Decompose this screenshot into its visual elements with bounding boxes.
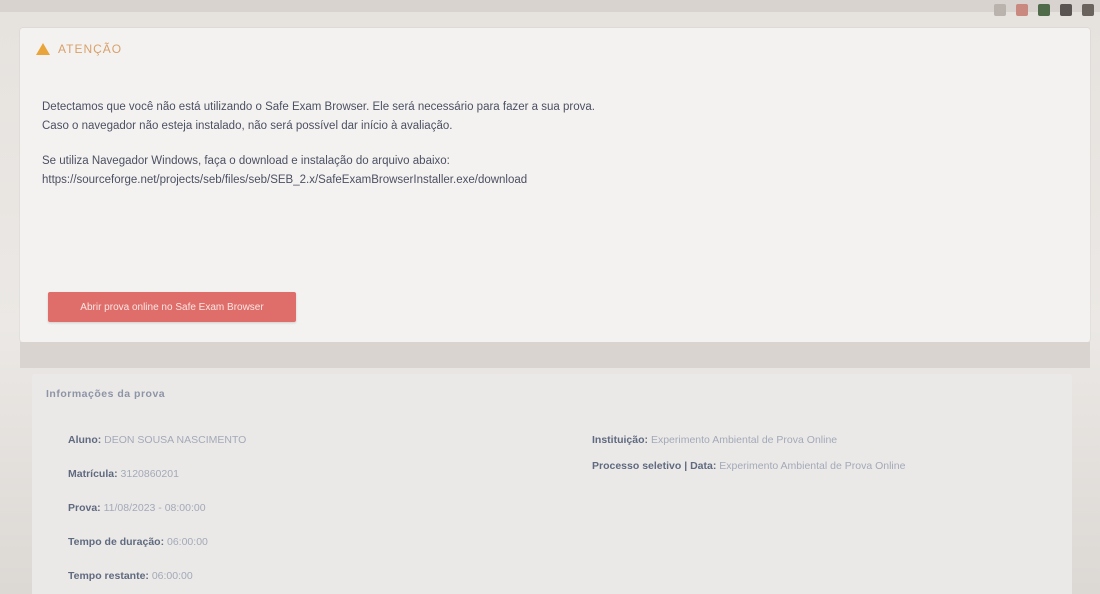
info-row-student: Aluno: DEON SOUSA NASCIMENTO [68, 432, 246, 466]
system-tray [994, 4, 1094, 16]
info-value: 06:00:00 [151, 570, 193, 582]
alert-line: Detectamos que você não está utilizando … [42, 101, 595, 113]
alert-title: ATENÇÃO [58, 42, 123, 56]
info-label: Processo seletivo | Data: [592, 460, 717, 472]
alert-line: Se utiliza Navegador Windows, faça o dow… [42, 155, 450, 167]
info-label: Tempo de duração: [68, 536, 165, 548]
tray-icon[interactable] [1016, 4, 1028, 16]
warning-icon [36, 43, 50, 55]
tray-icon[interactable] [1060, 4, 1072, 16]
info-row-exam: Prova: 11/08/2023 - 08:00:00 [68, 500, 246, 534]
info-value: DEON SOUSA NASCIMENTO [104, 434, 247, 446]
alert-header: ATENÇÃO [36, 42, 122, 56]
download-link[interactable]: https://sourceforge.net/projects/seb/fil… [42, 171, 1062, 190]
open-safe-exam-browser-button[interactable]: Abrir prova online no Safe Exam Browser [48, 292, 296, 322]
info-value: 11/08/2023 - 08:00:00 [103, 502, 206, 514]
info-label: Prova: [68, 502, 101, 514]
info-row-duration: Tempo de duração: 06:00:00 [68, 534, 246, 568]
tray-icon[interactable] [1082, 4, 1094, 16]
info-label: Instituição: [592, 434, 649, 446]
alert-message: Detectamos que você não está utilizando … [42, 98, 1062, 190]
info-row-remaining: Tempo restante: 06:00:00 [68, 568, 246, 594]
exam-info-title: Informações da prova [46, 388, 166, 400]
exam-info-panel: Informações da prova Aluno: DEON SOUSA N… [32, 374, 1072, 594]
attention-alert: ATENÇÃO Detectamos que você não está uti… [20, 28, 1090, 342]
exam-info-left-column: Aluno: DEON SOUSA NASCIMENTO Matrícula: … [68, 432, 246, 594]
info-value: 06:00:00 [167, 536, 208, 548]
screen: ATENÇÃO Detectamos que você não está uti… [0, 0, 1100, 594]
info-value: 3120860201 [120, 468, 179, 480]
info-row-selection-process: Processo seletivo | Data: Experimento Am… [592, 458, 905, 484]
exam-info-right-column: Instituição: Experimento Ambiental de Pr… [592, 432, 905, 484]
info-label: Matrícula: [68, 468, 118, 480]
info-label: Tempo restante: [68, 570, 149, 582]
info-row-institution: Instituição: Experimento Ambiental de Pr… [592, 432, 905, 458]
info-row-registration: Matrícula: 3120860201 [68, 466, 246, 500]
tray-icon[interactable] [1038, 4, 1050, 16]
info-label: Aluno: [68, 434, 102, 446]
alert-line: Caso o navegador não esteja instalado, n… [42, 120, 453, 132]
section-divider [20, 342, 1090, 368]
tray-icon[interactable] [994, 4, 1006, 16]
info-value: Experimento Ambiental de Prova Online [650, 434, 838, 446]
info-value: Experimento Ambiental de Prova Online [719, 460, 906, 472]
browser-top-bar [0, 0, 1100, 16]
